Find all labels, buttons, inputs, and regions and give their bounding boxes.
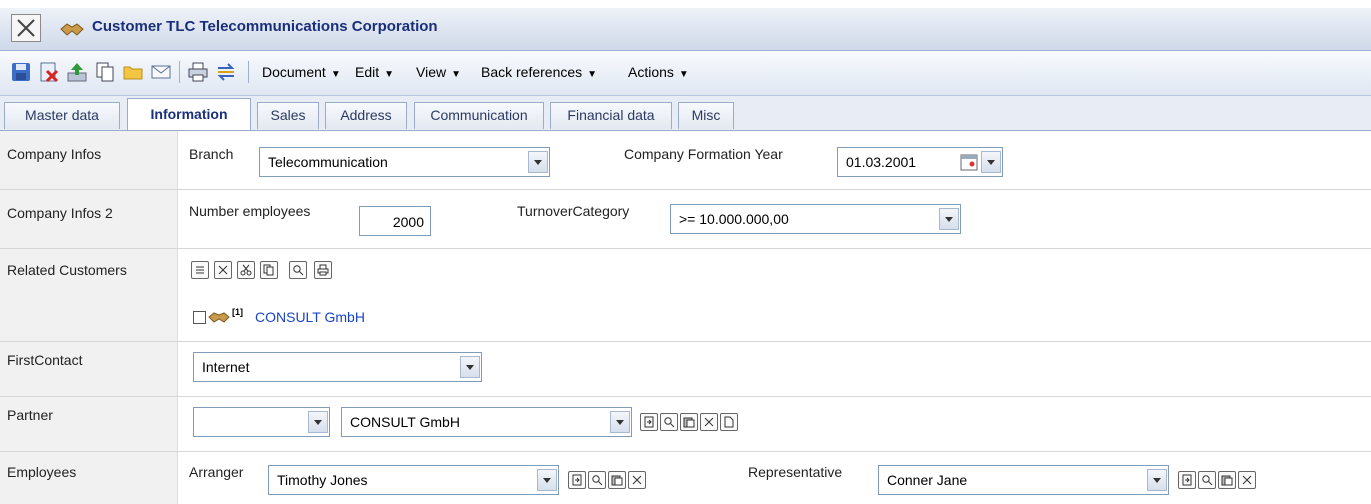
mail-icon[interactable] [150,61,172,83]
tab-sales[interactable]: Sales [257,102,319,129]
chevron-down-icon[interactable] [460,356,480,378]
row-first-contact: FirstContact Internet [0,342,1371,397]
toolbar-separator [179,61,180,83]
paste-icon[interactable] [1218,471,1236,489]
turnover-label: TurnoverCategory [517,203,630,219]
row-label: Company Infos 2 [0,190,178,248]
row-company-infos: Company Infos Branch Telecommunication C… [0,131,1371,190]
chevron-down-icon[interactable] [1147,469,1167,491]
representative-label: Representative [748,464,843,480]
partner-type-select[interactable] [193,407,330,437]
chevron-down-icon[interactable] [537,469,557,491]
close-button[interactable] [11,14,41,42]
handshake-icon [60,20,84,38]
cut-icon[interactable] [237,261,255,279]
calendar-icon[interactable] [960,153,978,171]
list-icon[interactable] [191,261,209,279]
tab-financial-data[interactable]: Financial data [550,102,672,129]
chevron-down-icon: ▼ [451,69,461,80]
chevron-down-icon: ▼ [587,69,598,80]
menu-document[interactable]: Document ▼ [262,64,341,80]
title-bar: Customer TLC Telecommunications Corporat… [0,8,1371,51]
row-partner: Partner CONSULT GmbH [0,397,1371,452]
close-icon [17,19,35,37]
partner-select[interactable]: CONSULT GmbH [341,407,632,437]
row-label: Employees [0,452,178,504]
new-document-icon[interactable] [720,413,738,431]
row-label: FirstContact [0,342,178,396]
remove-icon[interactable] [628,471,646,489]
copy-icon[interactable] [94,61,116,83]
handshake-icon [208,309,230,325]
remove-icon[interactable] [1238,471,1256,489]
open-icon[interactable] [640,413,658,431]
chevron-down-icon[interactable] [981,151,1001,173]
open-icon[interactable] [1178,471,1196,489]
chevron-down-icon: ▼ [384,69,395,80]
chevron-down-icon[interactable] [308,411,328,433]
menu-view[interactable]: View ▼ [416,64,461,80]
tab-bar: Master data Information Sales Address Co… [0,96,1371,131]
row-company-infos-2: Company Infos 2 Number employees 2000 Tu… [0,190,1371,249]
upload-icon[interactable] [66,61,88,83]
row-label: Partner [0,397,178,451]
formation-year-label: Company Formation Year [624,146,783,162]
copy-icon[interactable] [260,261,278,279]
menu-actions[interactable]: Actions ▼ [628,64,689,80]
chevron-down-icon[interactable] [939,208,959,230]
open-icon[interactable] [568,471,586,489]
delete-icon[interactable] [38,61,60,83]
branch-label: Branch [189,146,234,162]
search-icon[interactable] [588,471,606,489]
branch-select[interactable]: Telecommunication [259,147,550,177]
turnover-select[interactable]: >= 10.000.000,00 [670,204,961,234]
toolbar: Document ▼ Edit ▼ View ▼ Back references ▼ A… [0,51,1371,96]
employees-label: Number employees [189,203,311,219]
arranger-select[interactable]: Timothy Jones [268,465,559,495]
tab-address[interactable]: Address [325,102,407,129]
row-label: Company Infos [0,131,178,189]
chevron-down-icon: ▼ [678,69,689,80]
menu-back-references[interactable]: Back references ▼ [481,64,597,80]
row-employees: Employees Arranger Timothy Jones Represe… [0,452,1371,504]
related-customer-link[interactable]: CONSULT GmbH [255,309,365,325]
related-customer-checkbox[interactable] [193,311,206,324]
arranger-label: Arranger [189,464,244,480]
menu-edit[interactable]: Edit ▼ [355,64,394,80]
toolbar-separator [248,61,249,83]
tab-misc[interactable]: Misc [678,102,734,129]
folder-icon[interactable] [122,61,144,83]
employees-input[interactable]: 2000 [359,206,431,236]
search-icon[interactable] [660,413,678,431]
representative-select[interactable]: Conner Jane [878,465,1169,495]
paste-icon[interactable] [680,413,698,431]
tab-communication[interactable]: Communication [414,102,544,129]
save-icon[interactable] [10,61,32,83]
print-icon[interactable] [187,61,209,83]
transfer-icon[interactable] [215,61,237,83]
tab-information[interactable]: Information [127,98,251,130]
search-icon[interactable] [1198,471,1216,489]
first-contact-select[interactable]: Internet [193,352,482,382]
related-count-badge: [1] [232,307,243,317]
window-title: Customer TLC Telecommunications Corporat… [92,18,438,35]
row-related-customers: Related Customers [1] CONSULT GmbH [0,249,1371,342]
remove-icon[interactable] [214,261,232,279]
paste-icon[interactable] [608,471,626,489]
search-icon[interactable] [289,261,307,279]
chevron-down-icon[interactable] [528,151,548,173]
tab-master-data[interactable]: Master data [4,102,120,129]
print-icon[interactable] [314,261,332,279]
chevron-down-icon[interactable] [610,411,630,433]
row-label: Related Customers [0,249,178,341]
formation-date-field[interactable]: 01.03.2001 [837,147,1003,177]
chevron-down-icon: ▼ [330,69,341,80]
remove-icon[interactable] [700,413,718,431]
